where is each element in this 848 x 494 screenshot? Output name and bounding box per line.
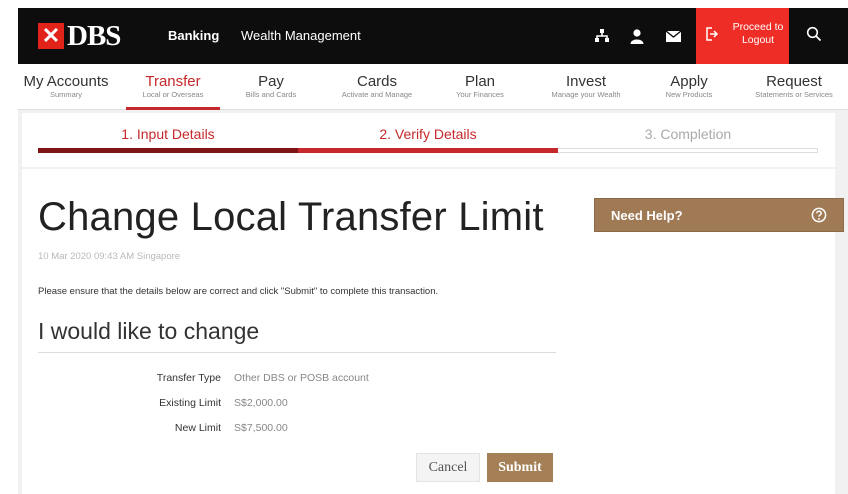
main-nav: My Accounts Summary Transfer Local or Ov… (18, 64, 848, 110)
step-verify-details: 2. Verify Details (379, 126, 477, 142)
transfer-type-label: Transfer Type (156, 372, 221, 384)
progress-bar-step-2 (298, 148, 558, 153)
nav-title: Plan (464, 73, 496, 90)
new-limit-value: S$7,500.00 (234, 422, 288, 434)
nav-transfer[interactable]: Transfer Local or Overseas (124, 73, 222, 100)
nav-subtitle: New Products (665, 90, 713, 99)
topnav-banking[interactable]: Banking (168, 28, 219, 43)
divider (38, 352, 556, 353)
new-limit-label: New Limit (174, 422, 221, 434)
nav-my-accounts[interactable]: My Accounts Summary (18, 73, 114, 100)
nav-title: Pay (258, 73, 284, 90)
dbs-logo[interactable]: ✕ DBS (38, 19, 121, 52)
nav-title: Request (766, 73, 822, 90)
nav-title: Apply (670, 73, 708, 90)
nav-invest[interactable]: Invest Manage your Wealth (538, 73, 634, 100)
nav-subtitle: Local or Overseas (142, 90, 204, 99)
need-help-panel[interactable]: Need Help? (594, 198, 844, 232)
nav-title: Transfer (145, 73, 201, 90)
nav-subtitle: Bills and Cards (245, 90, 297, 99)
nav-request[interactable]: Request Statements or Services (744, 73, 844, 100)
nav-title: My Accounts (23, 73, 109, 90)
logo-text: DBS (67, 19, 121, 52)
transfer-type-value: Other DBS or POSB account (234, 372, 369, 384)
nav-subtitle: Statements or Services (755, 90, 833, 99)
topnav-wealth-management[interactable]: Wealth Management (241, 28, 361, 43)
nav-plan[interactable]: Plan Your Finances (444, 73, 516, 100)
logout-button[interactable]: Proceed to Logout (696, 8, 789, 64)
nav-apply[interactable]: Apply New Products (654, 73, 724, 100)
nav-cards[interactable]: Cards Activate and Manage (328, 73, 426, 100)
network-icon[interactable] (592, 26, 612, 46)
step-completion: 3. Completion (644, 126, 732, 142)
nav-title: Cards (356, 73, 397, 90)
nav-pay[interactable]: Pay Bills and Cards (236, 73, 306, 100)
instructions-text: Please ensure that the details below are… (38, 286, 439, 297)
mail-icon[interactable] (663, 26, 683, 46)
nav-title: Invest (565, 73, 607, 90)
nav-subtitle: Manage your Wealth (551, 90, 621, 99)
need-help-label: Need Help? (611, 208, 683, 223)
nav-subtitle: Your Finances (456, 90, 504, 99)
progress-bar-step-1 (38, 148, 298, 153)
existing-limit-value: S$2,000.00 (234, 397, 288, 409)
help-question-icon (811, 207, 827, 228)
logout-icon (705, 27, 719, 46)
user-icon[interactable] (627, 26, 647, 46)
search-icon[interactable] (806, 26, 822, 47)
section-heading: I would like to change (38, 318, 260, 344)
cancel-button[interactable]: Cancel (416, 453, 480, 482)
top-bar: ✕ DBS Banking Wealth Management Proceed … (18, 8, 848, 64)
timestamp: 10 Mar 2020 09:43 AM Singapore (38, 251, 181, 262)
nav-subtitle: Summary (49, 90, 83, 99)
dbs-x-mark-icon: ✕ (38, 23, 64, 49)
submit-button[interactable]: Submit (487, 453, 553, 482)
existing-limit-label: Existing Limit (159, 397, 221, 409)
nav-subtitle: Activate and Manage (341, 90, 413, 99)
logout-label: Proceed to Logout (732, 21, 784, 46)
step-input-details: 1. Input Details (121, 126, 215, 142)
page-title: Change Local Transfer Limit (38, 195, 544, 239)
